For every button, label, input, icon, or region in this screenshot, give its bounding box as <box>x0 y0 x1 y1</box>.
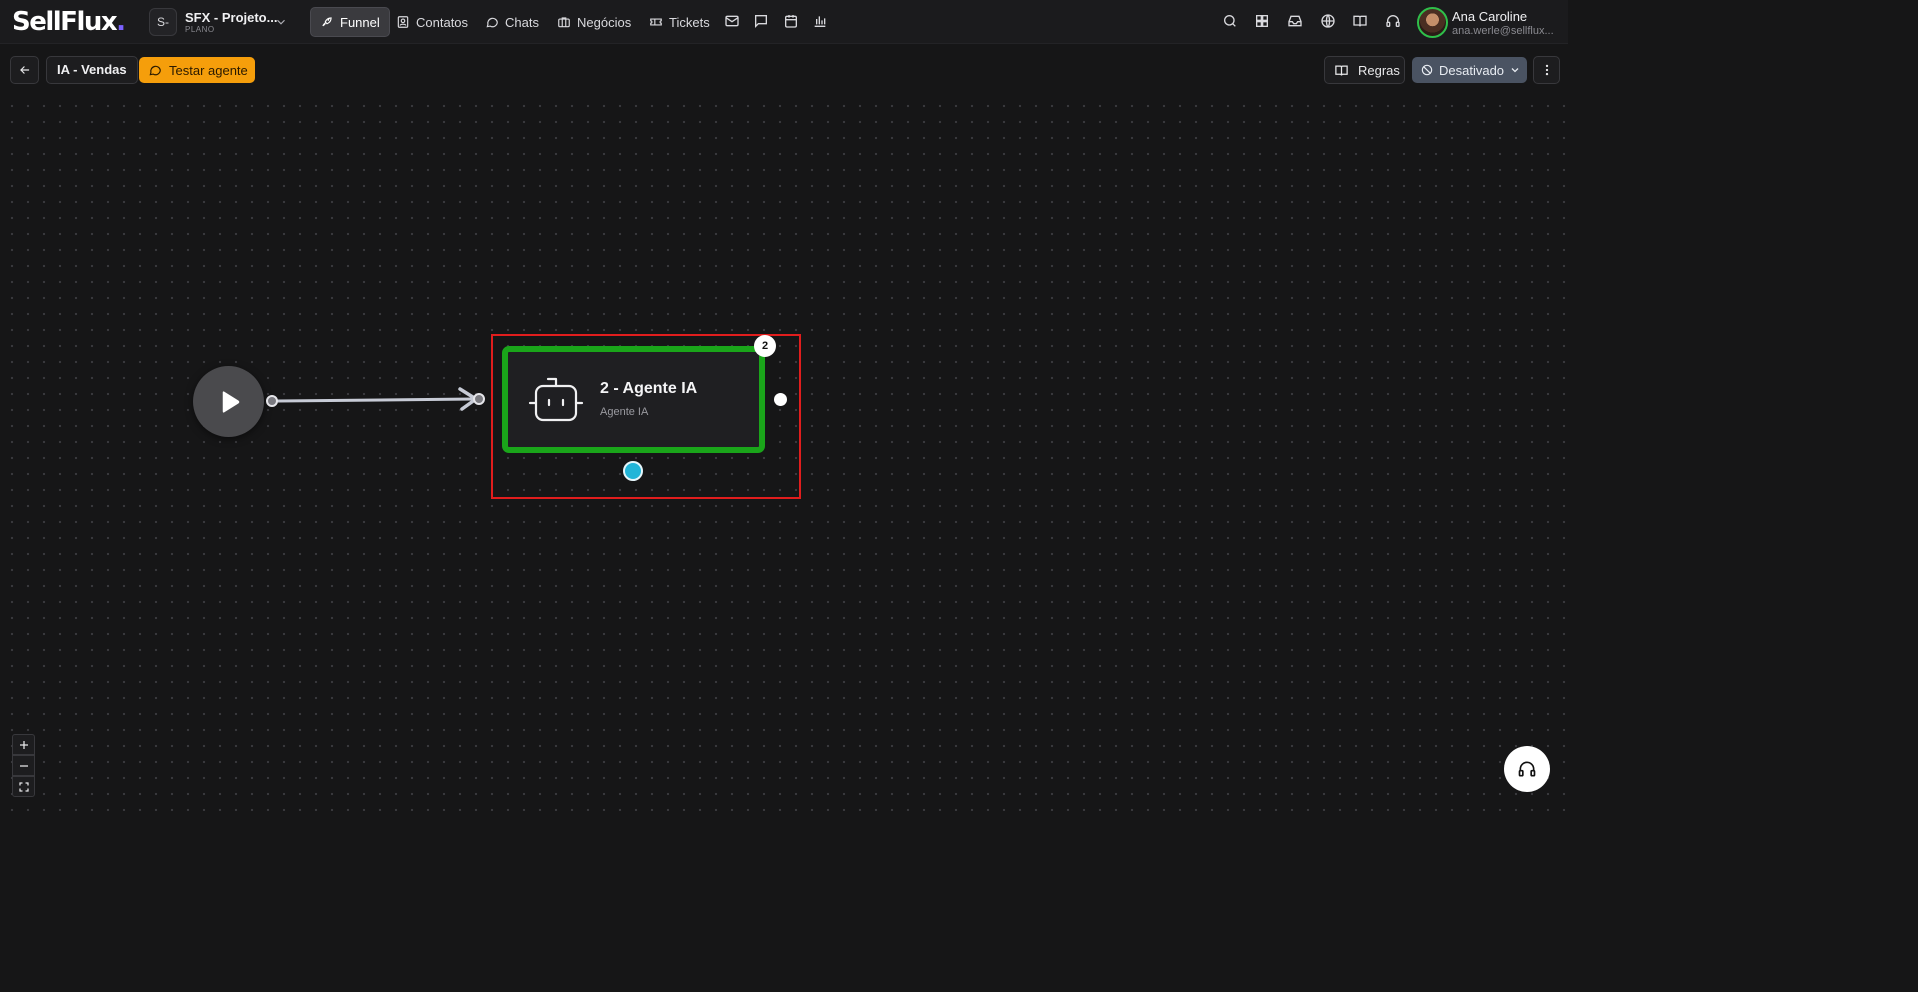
chevron-down-icon <box>1511 68 1519 73</box>
agent-node-subtitle: Agente IA <box>600 406 649 418</box>
start-output-port[interactable] <box>266 395 278 407</box>
rules-button[interactable]: Regras <box>1324 56 1405 84</box>
node-count-badge: 2 <box>754 335 776 357</box>
top-navbar: SellFlux. S- SFX - Projeto... PLANO Funn… <box>0 0 1568 44</box>
avatar[interactable] <box>1417 7 1448 38</box>
project-plan: PLANO <box>185 25 215 34</box>
project-name[interactable]: SFX - Projeto... <box>185 10 277 25</box>
nav-negocios[interactable]: Negócios <box>548 7 640 37</box>
test-agent-button[interactable]: Testar agente <box>139 57 255 83</box>
plus-icon <box>19 740 28 749</box>
nav-chats[interactable]: Chats <box>476 7 548 37</box>
fit-view-button[interactable] <box>12 776 35 797</box>
chat-bubble-icon <box>486 17 498 28</box>
inbox-icon[interactable] <box>1287 13 1303 29</box>
contacts-icon <box>397 16 409 28</box>
grid-icon[interactable] <box>1254 13 1270 29</box>
calendar-icon[interactable] <box>783 13 799 29</box>
robot-icon <box>528 377 584 422</box>
agent-node-title: 2 - Agente IA <box>600 380 698 397</box>
maximize-icon <box>18 781 29 792</box>
status-dropdown[interactable]: Desativado <box>1412 57 1527 83</box>
chat-bubble-icon <box>149 65 161 76</box>
arrow-left-icon <box>19 66 29 74</box>
chevron-down-icon[interactable] <box>274 15 288 29</box>
message-square-icon[interactable] <box>753 13 769 29</box>
book-open-icon <box>1335 65 1348 76</box>
bar-chart-icon[interactable] <box>812 13 828 29</box>
zoom-out-button[interactable] <box>12 755 35 776</box>
agent-output-port[interactable] <box>774 393 787 406</box>
user-name[interactable]: Ana Caroline <box>1452 9 1527 24</box>
zoom-in-button[interactable] <box>12 734 35 755</box>
user-email: ana.werle@sellflux... <box>1452 25 1554 37</box>
headset-icon[interactable] <box>1385 13 1401 29</box>
agent-bottom-port[interactable] <box>623 461 643 481</box>
nav-contatos[interactable]: Contatos <box>387 7 477 37</box>
project-badge[interactable]: S- <box>149 8 177 36</box>
flow-name[interactable]: IA - Vendas <box>46 56 138 84</box>
ticket-icon <box>650 18 662 26</box>
sellflux-logo[interactable]: SellFlux. <box>12 6 126 38</box>
ban-icon <box>1421 64 1433 76</box>
play-icon <box>222 390 239 413</box>
book-icon[interactable] <box>1352 13 1368 29</box>
search-icon[interactable] <box>1222 13 1238 29</box>
more-options-button[interactable] <box>1533 56 1560 84</box>
rocket-icon <box>322 17 332 27</box>
more-vertical-icon <box>1545 64 1548 76</box>
mail-icon[interactable] <box>724 13 740 29</box>
minus-icon <box>19 764 28 767</box>
globe-icon[interactable] <box>1320 13 1336 29</box>
headset-icon <box>1518 761 1536 777</box>
agent-input-port[interactable] <box>473 393 485 405</box>
back-button[interactable] <box>10 56 39 84</box>
start-node[interactable] <box>193 366 264 437</box>
nav-tickets[interactable]: Tickets <box>640 7 719 37</box>
briefcase-icon <box>558 17 570 28</box>
nav-funnel[interactable]: Funnel <box>310 7 390 37</box>
support-button[interactable] <box>1504 746 1550 792</box>
